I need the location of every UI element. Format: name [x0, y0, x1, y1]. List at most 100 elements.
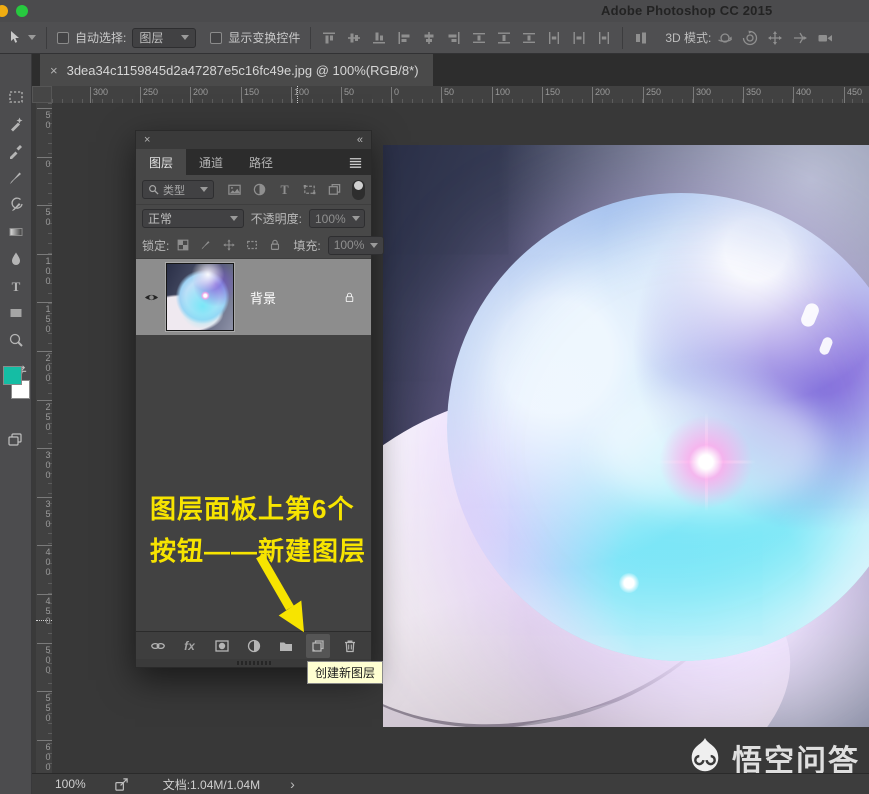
ruler-label: 400: [793, 87, 811, 103]
horizontal-ruler[interactable]: 3002502001501005005010015020025030035040…: [52, 86, 869, 103]
distribute-vertical-center-icon[interactable]: [496, 30, 512, 46]
distribute-left-icon[interactable]: [546, 30, 562, 46]
visibility-eye-icon[interactable]: [136, 290, 166, 305]
panel-titlebar[interactable]: × «: [136, 131, 371, 149]
ruler-label: 50: [37, 108, 52, 130]
fill-select[interactable]: 100%: [328, 236, 384, 255]
filter-type-value: 类型: [163, 182, 185, 198]
layer-filter-toggle[interactable]: [352, 180, 365, 200]
zoom-tool[interactable]: [6, 331, 26, 349]
auto-align-layers-icon[interactable]: [633, 30, 649, 46]
ruler-label: 150: [37, 302, 52, 334]
align-horizontal-center-icon[interactable]: [421, 30, 437, 46]
delete-layer-button[interactable]: [338, 634, 362, 658]
panel-close-icon[interactable]: ×: [144, 134, 150, 146]
ruler-label: 200: [190, 87, 208, 103]
shape-icon: [8, 305, 24, 321]
document-tab[interactable]: × 3dea34c1159845d2a47287e5c16fc49e.jpg @…: [40, 54, 433, 86]
rectangular-marquee-tool[interactable]: [6, 88, 26, 106]
layer-effects-button[interactable]: fx: [178, 634, 202, 658]
layer-thumbnail[interactable]: [166, 263, 234, 331]
3d-drag-icon[interactable]: [767, 30, 783, 46]
adjustment-layer-filter-icon[interactable]: [252, 182, 267, 197]
status-bar: 100% 文档:1.04M/1.04M ›: [32, 773, 869, 794]
mac-titlebar: Adobe Photoshop CC 2015: [0, 0, 869, 22]
document-tab-bar: × 3dea34c1159845d2a47287e5c16fc49e.jpg @…: [32, 54, 869, 86]
3d-roll-icon[interactable]: [742, 30, 758, 46]
pixel-layer-filter-icon[interactable]: [227, 182, 242, 197]
vertical-ruler[interactable]: 50050100150200250300350400450500550600: [36, 103, 52, 773]
ruler-corner[interactable]: [32, 86, 52, 103]
link-layers-button[interactable]: [146, 634, 170, 658]
status-menu-chevron[interactable]: ›: [290, 776, 295, 792]
align-bottom-icon[interactable]: [371, 30, 387, 46]
lock-pixels-icon[interactable]: [199, 238, 213, 252]
auto-select-target-select[interactable]: 图层: [132, 28, 196, 48]
move-tool-icon[interactable]: [6, 30, 22, 46]
ruler-label: 250: [643, 87, 661, 103]
eyedropper-tool[interactable]: [6, 142, 26, 160]
minimize-button[interactable]: [0, 5, 8, 17]
brush-tool[interactable]: [6, 169, 26, 187]
history-brush-tool[interactable]: [6, 196, 26, 214]
ruler-label: 100: [291, 87, 309, 103]
align-right-icon[interactable]: [446, 30, 462, 46]
layer-effects-icon: fx: [184, 639, 195, 653]
align-left-icon[interactable]: [396, 30, 412, 46]
panel-menu-icon[interactable]: [348, 155, 363, 170]
shape-tool[interactable]: [6, 304, 26, 322]
tab-layers[interactable]: 图层: [136, 149, 186, 175]
lock-icons-group: [176, 238, 282, 252]
smart-object-filter-icon[interactable]: [327, 182, 342, 197]
opacity-select[interactable]: 100%: [309, 209, 365, 228]
screen-mode-icon[interactable]: [7, 432, 23, 448]
tool-preset-chevron-icon[interactable]: [28, 35, 36, 40]
lock-transparent-icon[interactable]: [176, 238, 190, 252]
blur-tool[interactable]: [6, 250, 26, 268]
align-top-icon[interactable]: [321, 30, 337, 46]
distribute-horizontal-center-icon[interactable]: [571, 30, 587, 46]
panel-collapse-icon[interactable]: «: [357, 134, 363, 146]
layer-row-background[interactable]: 背景: [136, 259, 371, 335]
layer-locked-icon[interactable]: [343, 291, 356, 304]
blur-icon: [8, 251, 24, 267]
filter-row: 类型 T: [136, 175, 371, 205]
tab-paths[interactable]: 路径: [236, 149, 286, 175]
tab-channels[interactable]: 通道: [186, 149, 236, 175]
filter-icons-group: T: [227, 182, 342, 197]
add-mask-icon: [214, 638, 230, 654]
show-transform-checkbox[interactable]: [210, 32, 222, 44]
filter-type-select[interactable]: 类型: [142, 180, 214, 199]
type-icon: T: [8, 278, 24, 294]
zoom-level-field[interactable]: 100%: [55, 777, 86, 791]
zoom-window-button[interactable]: [16, 5, 28, 17]
canvas-image[interactable]: [383, 145, 869, 727]
close-tab-icon[interactable]: ×: [50, 63, 58, 78]
distribute-bottom-icon[interactable]: [521, 30, 537, 46]
gradient-tool[interactable]: [6, 223, 26, 241]
3d-camera-icon[interactable]: [817, 30, 833, 46]
shape-layer-filter-icon[interactable]: [302, 182, 317, 197]
foreground-color-swatch[interactable]: [3, 366, 22, 385]
add-mask-button[interactable]: [210, 634, 234, 658]
export-icon[interactable]: [114, 777, 129, 792]
align-vertical-center-icon[interactable]: [346, 30, 362, 46]
photoshop-window: Adobe Photoshop CC 2015 自动选择: 图层 显示变换控件 …: [0, 0, 869, 794]
annotation-arrow: [250, 552, 320, 640]
blend-mode-select[interactable]: 正常: [142, 209, 244, 228]
spot-healing-brush-tool[interactable]: [6, 115, 26, 133]
type-layer-filter-icon[interactable]: T: [277, 182, 292, 197]
lock-artboard-icon[interactable]: [245, 238, 259, 252]
ruler-label: 450: [37, 594, 52, 626]
zoom-icon: [8, 332, 24, 348]
3d-slide-icon[interactable]: [792, 30, 808, 46]
distribute-right-icon[interactable]: [596, 30, 612, 46]
lock-all-icon[interactable]: [268, 238, 282, 252]
3d-rotate-icon[interactable]: [717, 30, 733, 46]
ruler-label: 150: [241, 87, 259, 103]
lock-position-icon[interactable]: [222, 238, 236, 252]
auto-select-checkbox[interactable]: [57, 32, 69, 44]
spot-healing-brush-icon: [8, 116, 24, 132]
distribute-top-icon[interactable]: [471, 30, 487, 46]
type-tool[interactable]: T: [6, 277, 26, 295]
